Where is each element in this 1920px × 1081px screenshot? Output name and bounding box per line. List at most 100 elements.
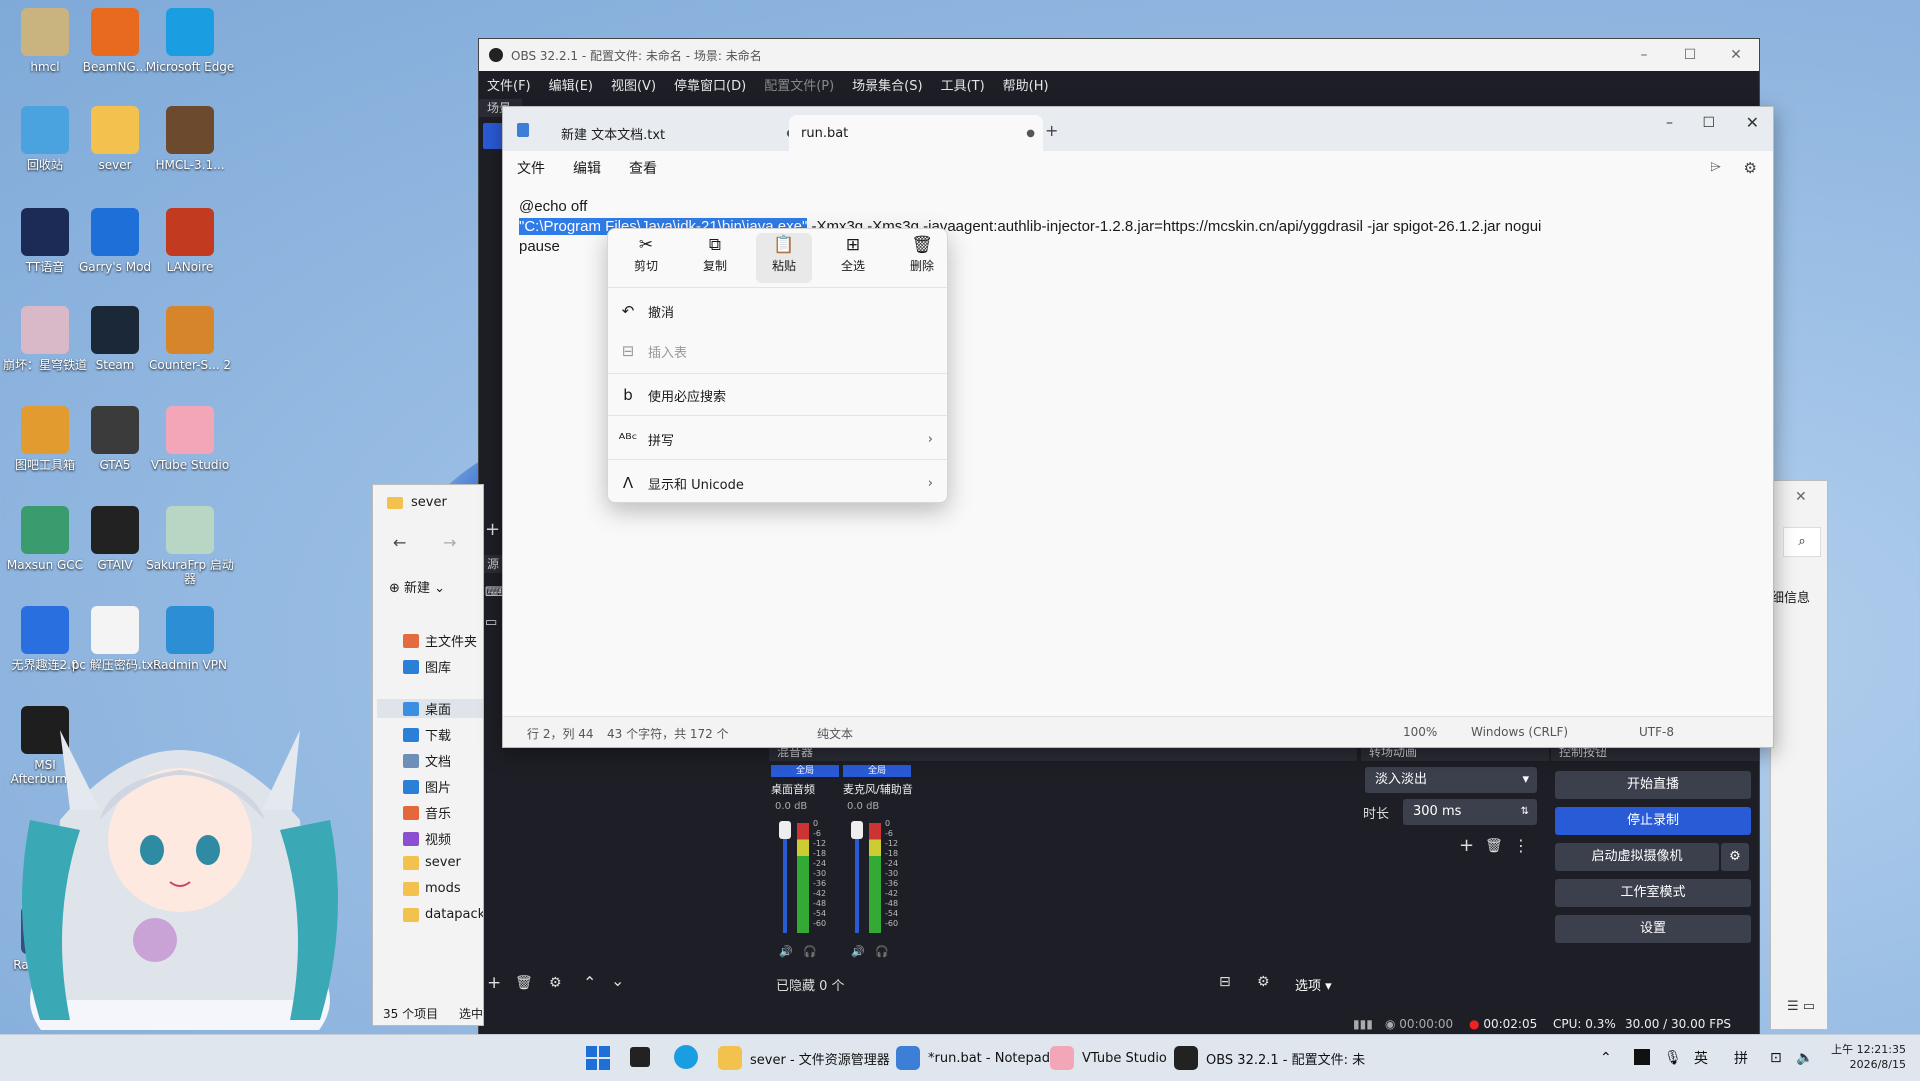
mixer-layout-icon[interactable]: ⊟ — [1219, 974, 1231, 990]
notepad-menu-item[interactable]: 查看 — [629, 158, 657, 178]
microphone-icon[interactable]: 🎙 — [1664, 1035, 1682, 1081]
add-transition-icon[interactable]: + — [1459, 835, 1474, 856]
desktop-icon[interactable]: VTube Studio — [145, 406, 235, 472]
move-down-icon[interactable]: ⌄ — [611, 971, 624, 990]
close-icon[interactable]: ✕ — [1746, 113, 1759, 132]
gamepad-source-icon[interactable]: ⌨ — [485, 585, 504, 600]
explorer-nav-item[interactable]: datapack — [403, 907, 483, 922]
duration-input[interactable]: 300 ms ⇅ — [1403, 799, 1537, 825]
desktop-icon[interactable]: LANoire — [145, 208, 235, 274]
control-button[interactable]: 开始直播 — [1555, 771, 1751, 799]
forward-icon[interactable]: → — [443, 533, 456, 552]
explorer-nav-item[interactable]: 下载 — [403, 725, 451, 744]
mixer-advanced-icon[interactable]: ⚙ — [1257, 974, 1270, 990]
remove-source-icon[interactable]: 🗑 — [515, 975, 533, 991]
context-tool-button[interactable]: 🗑 删除 — [894, 233, 950, 283]
start-icon[interactable] — [586, 1046, 610, 1070]
control-button[interactable]: 停止录制 — [1555, 807, 1751, 835]
explorer-nav-item[interactable]: 桌面 — [377, 699, 483, 718]
transition-menu-icon[interactable]: ⋮ — [1513, 836, 1529, 855]
network-icon[interactable]: ⊡ — [1770, 1035, 1782, 1081]
minimize-icon[interactable]: – — [1666, 115, 1673, 131]
gear-icon[interactable]: ⚙ — [1744, 159, 1757, 177]
obs-menu-item[interactable]: 配置文件(P) — [764, 75, 834, 94]
taskbar-app[interactable]: OBS 32.2.1 - 配置文件: 未 — [1174, 1035, 1365, 1081]
context-tool-button[interactable]: ⧉ 复制 — [687, 233, 743, 283]
edge-icon[interactable] — [674, 1045, 698, 1069]
move-up-icon[interactable]: ⌃ — [583, 973, 596, 992]
volume-fader[interactable] — [855, 823, 859, 933]
explorer-nav-item[interactable]: 文档 — [403, 751, 451, 770]
fader-handle[interactable] — [851, 821, 863, 839]
minimize-icon[interactable]: – — [1621, 39, 1667, 71]
context-menu-item[interactable]: ↶ 撤消 — [608, 291, 947, 331]
fader-handle[interactable] — [779, 821, 791, 839]
explorer-nav-item[interactable]: 主文件夹 — [403, 631, 477, 650]
task-view-icon[interactable] — [630, 1047, 650, 1067]
source-settings-icon[interactable]: ⚙ — [549, 975, 562, 991]
obs-menu-item[interactable]: 帮助(H) — [1003, 75, 1049, 94]
ime-mode-pinyin[interactable]: 拼 — [1734, 1035, 1748, 1081]
explorer-nav-item[interactable]: 音乐 — [403, 803, 451, 822]
volume-icon[interactable]: 🔈 — [1796, 1035, 1813, 1081]
obs-menu-item[interactable]: 停靠窗口(D) — [674, 75, 746, 94]
context-menu-item[interactable]: ᴬᴮᶜ 拼写 › — [608, 419, 947, 459]
new-tab-icon[interactable]: + — [1045, 121, 1058, 140]
display-source-icon[interactable]: ▭ — [485, 615, 497, 630]
line-ending[interactable]: Windows (CRLF) — [1471, 725, 1568, 739]
copilot-icon[interactable]: ⌲ — [1710, 159, 1721, 175]
taskbar-app[interactable]: *run.bat - Notepad — [896, 1035, 1050, 1081]
maximize-icon[interactable]: ☐ — [1667, 39, 1713, 71]
virtual-camera-settings-icon[interactable]: ⚙ — [1721, 843, 1749, 871]
tab-run-bat[interactable]: run.bat ● — [789, 115, 1043, 151]
explorer-nav-item[interactable]: 图片 — [403, 777, 451, 796]
context-tool-button[interactable]: ✂ 剪切 — [618, 233, 674, 283]
volume-fader[interactable] — [783, 823, 787, 933]
taskbar-app[interactable]: sever - 文件资源管理器 — [718, 1035, 890, 1081]
search-icon[interactable]: ⌕ — [1783, 527, 1821, 557]
mute-icon[interactable]: 🔊 — [851, 945, 865, 958]
explorer-nav-item[interactable]: mods — [403, 881, 461, 896]
channel-name[interactable]: 麦克风/辅助音频 — [843, 781, 913, 797]
channel-name[interactable]: 桌面音频 — [771, 781, 841, 797]
explorer-nav-item[interactable]: sever — [403, 855, 461, 870]
remove-transition-icon[interactable]: 🗑 — [1485, 838, 1503, 854]
transition-select[interactable]: 淡入淡出 ▾ — [1365, 767, 1537, 793]
notepad-menu-item[interactable]: 编辑 — [573, 158, 601, 178]
desktop-icon[interactable]: Radmin VPN — [145, 606, 235, 672]
control-button[interactable]: 工作室模式 — [1555, 879, 1751, 907]
taskbar-app[interactable]: VTube Studio — [1050, 1035, 1167, 1081]
context-menu-item[interactable]: Λ 显示和 Unicode › — [608, 463, 947, 503]
monitor-icon[interactable]: 🎧 — [875, 945, 889, 958]
obs-menu-item[interactable]: 文件(F) — [487, 75, 531, 94]
context-menu-item[interactable]: b 使用必应搜索 — [608, 375, 947, 415]
desktop-icon[interactable]: Microsoft Edge — [145, 8, 235, 74]
tray-overflow-icon[interactable]: ⌃ — [1600, 1035, 1612, 1081]
close-icon[interactable]: ✕ — [1795, 489, 1807, 505]
monitor-icon[interactable]: 🎧 — [803, 945, 817, 958]
encoding[interactable]: UTF-8 — [1639, 725, 1674, 739]
obs-menu-item[interactable]: 工具(T) — [941, 75, 985, 94]
clock[interactable]: 上午 12:21:35 2026/8/15 — [1826, 1042, 1906, 1072]
desktop-icon[interactable]: Counter-S... 2 — [145, 306, 235, 372]
scene-item-selected[interactable] — [483, 123, 503, 149]
explorer-tab[interactable]: sever — [387, 495, 447, 510]
mixer-options-button[interactable]: 选项 ▾ — [1295, 975, 1332, 994]
context-tool-button[interactable]: 📋 粘贴 — [756, 233, 812, 283]
new-button[interactable]: ⊕ 新建 ⌄ — [389, 577, 445, 596]
obs-menu-item[interactable]: 编辑(E) — [549, 75, 593, 94]
back-icon[interactable]: ← — [393, 533, 406, 552]
add-source-icon[interactable]: + — [487, 973, 501, 993]
obs-menu-item[interactable]: 视图(V) — [611, 75, 656, 94]
details-view-icon[interactable]: ☰ ▭ — [1787, 999, 1815, 1014]
mute-icon[interactable]: 🔊 — [779, 945, 793, 958]
nvidia-icon[interactable] — [1634, 1049, 1650, 1065]
zoom-level[interactable]: 100% — [1403, 725, 1437, 739]
desktop-icon[interactable]: SakuraFrp 启动器 — [145, 506, 235, 586]
add-scene-icon[interactable]: + — [485, 519, 500, 540]
notepad-menu-item[interactable]: 文件 — [517, 158, 545, 178]
tab-new-text-document[interactable]: 新建 文本文档.txt ● — [549, 115, 803, 151]
obs-menu-item[interactable]: 场景集合(S) — [852, 75, 922, 94]
close-icon[interactable]: ✕ — [1713, 39, 1759, 71]
desktop-icon[interactable]: HMCL-3.1... — [145, 106, 235, 172]
